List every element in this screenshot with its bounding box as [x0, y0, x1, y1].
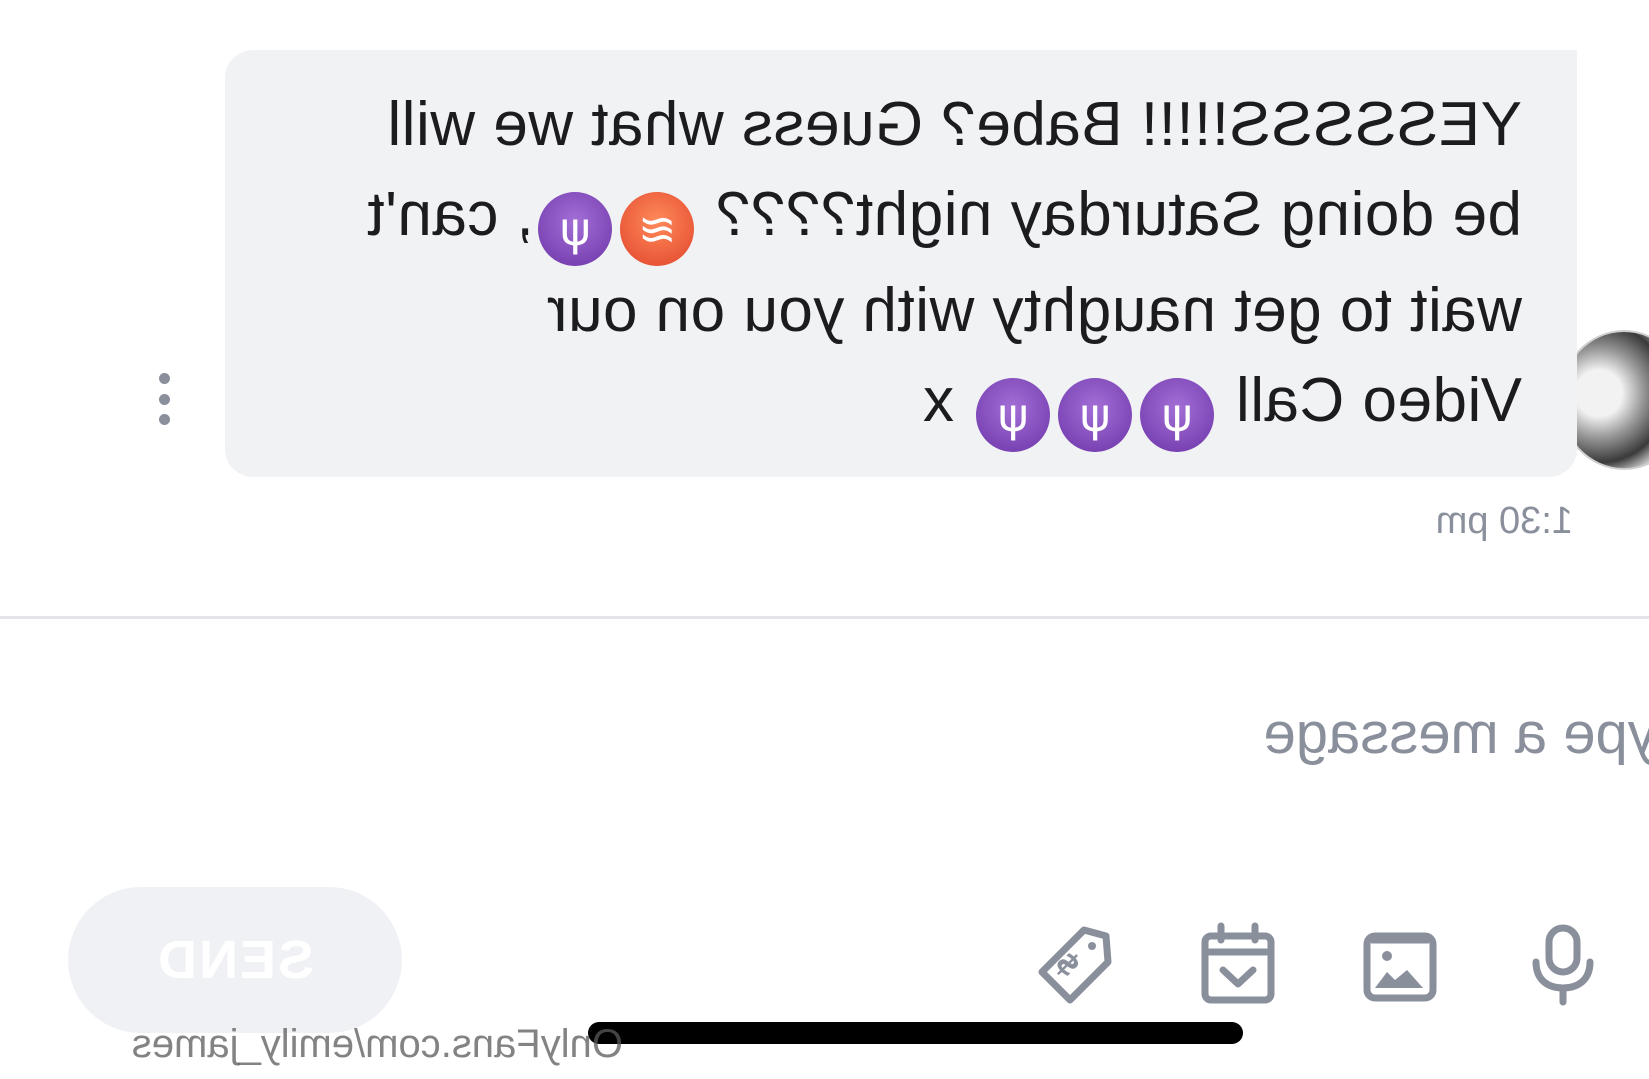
smiling-devil-emoji-icon: ψ — [975, 378, 1050, 452]
smiling-devil-emoji-icon: ψ — [1057, 378, 1132, 452]
price-tag-icon[interactable]: $ — [1036, 922, 1114, 1006]
smiling-devil-emoji-icon: ψ — [537, 192, 612, 266]
more-options-icon[interactable] — [153, 373, 177, 425]
svg-text:$: $ — [1048, 945, 1088, 985]
message-text: , can't — [366, 180, 534, 249]
message-bubble[interactable]: YESSSSS!!!!! Babe? Guess what we will be… — [225, 50, 1577, 477]
message-timestamp: 1:30 pm — [1435, 500, 1573, 542]
send-button[interactable]: SEND — [68, 887, 402, 1033]
microphone-icon[interactable] — [1524, 922, 1602, 1006]
composer-divider — [0, 616, 1649, 619]
hot-face-emoji-icon: ≋ — [619, 192, 694, 266]
media-icon[interactable] — [1361, 922, 1439, 1006]
message-text: x — [922, 366, 972, 435]
home-indicator[interactable] — [588, 1022, 1243, 1044]
message-text: Video Call — [1217, 366, 1522, 435]
watermark-text: OnlyFans.com/emily_james — [131, 1022, 623, 1066]
message-line-1: YESSSSS!!!!! Babe? Guess what we will — [275, 80, 1522, 170]
chat-screen: YESSSSS!!!!! Babe? Guess what we will be… — [0, 0, 1649, 1079]
message-line-4: Video Call ψψψ x — [275, 356, 1522, 452]
message-text: wait to get naughty with you on our — [546, 276, 1522, 345]
message-text: YESSSSS!!!!! Babe? Guess what we will — [386, 90, 1522, 159]
schedule-icon[interactable] — [1199, 922, 1277, 1006]
message-line-2: be doing Saturday night???? ≋ψ, can't — [275, 170, 1522, 266]
message-line-3: wait to get naughty with you on our — [275, 266, 1522, 356]
message-input[interactable]: Type a message — [1209, 700, 1649, 767]
message-text: be doing Saturday night???? — [697, 180, 1522, 249]
smiling-devil-emoji-icon: ψ — [1139, 378, 1214, 452]
